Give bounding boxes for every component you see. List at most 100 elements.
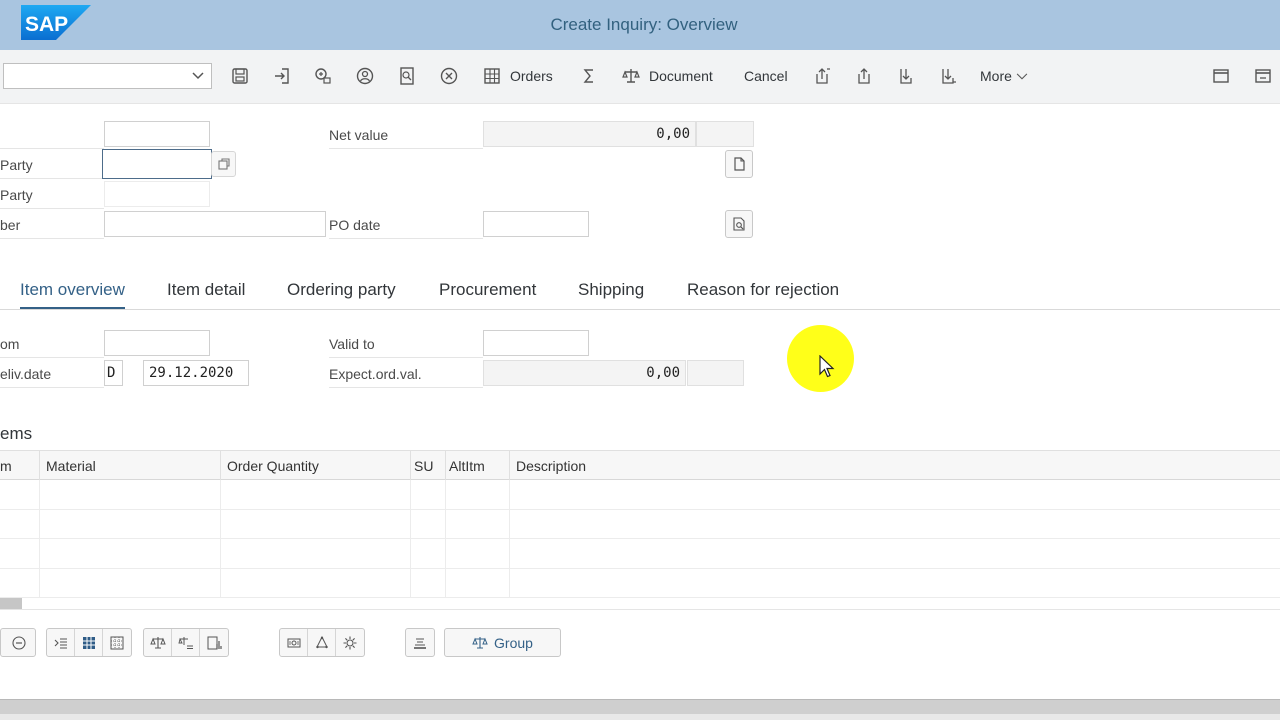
column-header-altitm[interactable]: AltItm (446, 451, 510, 481)
align-bottom-icon (414, 637, 426, 649)
customize-layout-button[interactable] (1211, 64, 1231, 88)
next-page-button[interactable] (896, 64, 916, 88)
valid-from-label: om (0, 330, 104, 358)
orders-button[interactable]: Orders (482, 64, 553, 88)
bar-chart-document-icon (207, 636, 222, 649)
chevron-down-icon (1016, 73, 1028, 80)
settings-button[interactable] (336, 629, 364, 656)
grid-outline-icon (110, 636, 124, 649)
cancel-button[interactable]: Cancel (744, 64, 788, 88)
command-field[interactable] (3, 63, 212, 89)
sold-to-label (0, 121, 104, 149)
cancel-circle-icon (440, 67, 458, 85)
horizontal-scrollbar-track[interactable] (0, 609, 1280, 610)
sigma-icon (583, 69, 593, 83)
document-flow-icon (315, 68, 331, 84)
expect-ord-val-label: Expect.ord.val. (329, 360, 483, 388)
minus-circle-icon (12, 635, 26, 650)
document-label: Document (649, 68, 713, 84)
tab-reason-for-rejection[interactable]: Reason for rejection (687, 280, 839, 309)
po-date-field[interactable] (483, 211, 589, 237)
tab-item-detail[interactable]: Item detail (167, 280, 245, 309)
cancel-label: Cancel (744, 68, 788, 84)
arrow-up-icon (858, 68, 870, 84)
scale-icon (622, 69, 640, 83)
select-all-button[interactable] (75, 629, 103, 656)
pricing-button[interactable] (144, 629, 172, 656)
column-header-material[interactable]: Material (40, 451, 221, 481)
scale-icon (149, 636, 166, 649)
ship-to-copy-button[interactable] (211, 151, 236, 177)
structure-button[interactable] (308, 629, 336, 656)
po-number-field[interactable] (104, 211, 326, 237)
po-number-label: ber (0, 211, 104, 239)
group-label: Group (494, 634, 533, 651)
scale-list-icon (177, 636, 193, 649)
display-document-flow-button[interactable] (313, 64, 333, 88)
horizontal-scrollbar-thumb[interactable] (0, 598, 22, 609)
column-header-order-quantity[interactable]: Order Quantity (221, 451, 411, 481)
arrow-down-icon (900, 69, 912, 84)
triangle-structure-icon (315, 635, 328, 648)
valid-to-field[interactable] (483, 330, 589, 356)
net-value-label: Net value (329, 121, 483, 149)
document-search-button[interactable] (725, 210, 753, 238)
table-row[interactable] (0, 509, 1280, 539)
ship-to2-field[interactable] (104, 181, 210, 207)
save-button[interactable] (230, 64, 250, 88)
ship-to-field[interactable] (102, 149, 212, 179)
table-row[interactable] (0, 480, 1280, 510)
analysis-button[interactable] (200, 629, 228, 656)
sold-to-field[interactable] (104, 121, 210, 147)
status-bar (0, 699, 1280, 720)
valid-to-label: Valid to (329, 330, 483, 358)
tab-shipping[interactable]: Shipping (578, 280, 644, 309)
window-title: Create Inquiry: Overview (550, 15, 738, 34)
cancel-icon-button[interactable] (439, 64, 459, 88)
items-table: m Material Order Quantity SU AltItm Desc… (0, 450, 1280, 598)
table-row[interactable] (0, 539, 1280, 569)
sum-button[interactable] (579, 64, 599, 88)
date-format-field[interactable]: D (104, 360, 123, 386)
expect-currency-field (687, 360, 744, 386)
save-icon (232, 68, 248, 84)
configuration-button[interactable] (280, 629, 308, 656)
sort-button[interactable] (406, 629, 434, 656)
header-details-button[interactable] (725, 150, 753, 178)
more-label: More (980, 68, 1012, 84)
previous-page-button[interactable] (854, 64, 874, 88)
last-page-button[interactable] (938, 64, 958, 88)
column-header-item[interactable]: m (0, 451, 40, 481)
table-row[interactable] (0, 568, 1280, 598)
column-header-su[interactable]: SU (411, 451, 446, 481)
first-page-button[interactable] (812, 64, 832, 88)
tab-procurement[interactable]: Procurement (439, 280, 536, 309)
req-deliv-date-field[interactable]: 29.12.2020 (143, 360, 249, 386)
grid-filled-icon (82, 636, 95, 649)
ship-to-label: Party (0, 151, 104, 179)
po-date-label: PO date (329, 211, 483, 239)
delete-row-button[interactable] (1, 629, 35, 656)
exit-window-icon (1255, 69, 1271, 83)
exit-button[interactable] (1253, 64, 1273, 88)
more-button[interactable]: More (980, 64, 1029, 88)
arrow-up-first-icon (816, 68, 830, 84)
deselect-all-button[interactable] (103, 629, 131, 656)
delete-row-group (0, 628, 36, 657)
arrow-down-last-icon (942, 69, 956, 84)
partner-button[interactable] (355, 64, 375, 88)
enter-button[interactable] (272, 64, 292, 88)
conditions-button[interactable] (172, 629, 200, 656)
tab-ordering-party[interactable]: Ordering party (287, 280, 396, 309)
valid-from-field[interactable] (104, 330, 210, 356)
group-button[interactable]: Group (444, 628, 561, 657)
tab-item-overview[interactable]: Item overview (20, 280, 125, 309)
display-button[interactable] (397, 64, 417, 88)
config-group (279, 628, 365, 657)
document-search-icon (400, 67, 414, 85)
gear-icon (343, 636, 357, 649)
document-button[interactable]: Document (621, 64, 713, 88)
column-header-description[interactable]: Description (510, 451, 1280, 481)
tab-strip: Item overview Item detail Ordering party… (0, 270, 1280, 310)
insert-row-button[interactable] (47, 629, 75, 656)
